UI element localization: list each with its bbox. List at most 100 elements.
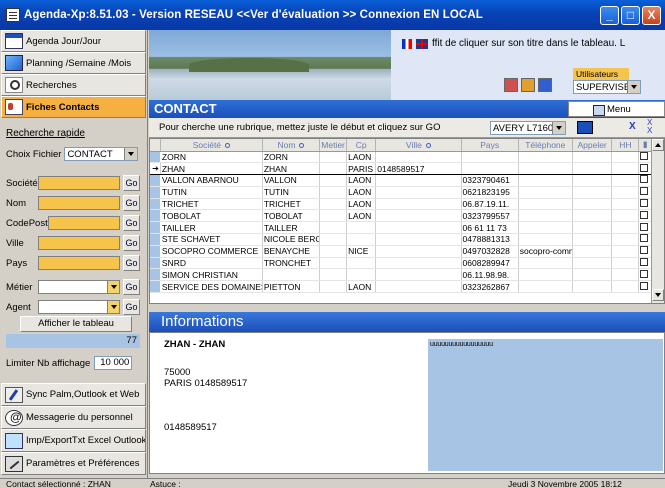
cell-societe[interactable]: ZHAN: [160, 162, 263, 176]
uk-flag-icon[interactable]: [416, 38, 428, 49]
cell-pays[interactable]: 0608289947: [461, 257, 519, 270]
col-header-nom[interactable]: Nom: [262, 139, 321, 152]
cell-appeler[interactable]: [572, 151, 613, 164]
cell-tel[interactable]: [518, 186, 573, 199]
row-selector[interactable]: [150, 198, 161, 211]
nav-sync[interactable]: Sync Palm,Outlook et Web: [1, 383, 146, 406]
cell-metier[interactable]: [319, 245, 348, 258]
cell-tel[interactable]: [518, 174, 573, 187]
cell-societe[interactable]: STE SCHAVET: [160, 233, 263, 246]
row-checkbox[interactable]: [638, 245, 652, 258]
cell-nom[interactable]: [262, 268, 321, 282]
cell-nom[interactable]: PIETTON: [262, 280, 321, 294]
table-row[interactable]: STE SCHAVETNICOLE BERGE 0478881313: [150, 233, 652, 246]
cell-societe[interactable]: SOCOPRO COMMERCE: [160, 245, 263, 258]
metier-select[interactable]: [38, 280, 120, 294]
cell-ville[interactable]: [375, 174, 462, 187]
cell-pays[interactable]: 0478881313: [461, 233, 519, 246]
row-checkbox[interactable]: [638, 221, 652, 235]
col-header-metier[interactable]: Metier: [319, 139, 348, 152]
cell-cp[interactable]: LAON: [346, 198, 377, 211]
app-icon[interactable]: [6, 8, 20, 22]
nav-recherches[interactable]: Recherches: [1, 74, 146, 96]
agent-select[interactable]: [38, 300, 120, 314]
cell-cp[interactable]: LAON: [346, 151, 377, 164]
cell-nom[interactable]: NICOLE BERGE: [262, 233, 321, 246]
row-selector[interactable]: [150, 257, 161, 270]
cell-appeler[interactable]: [572, 162, 613, 176]
metier-go-button[interactable]: Go: [123, 279, 140, 295]
checkbox[interactable]: [640, 199, 649, 208]
cell-ville[interactable]: [375, 198, 462, 211]
checkbox[interactable]: [640, 163, 649, 172]
cell-pays[interactable]: 0323790461: [461, 174, 519, 187]
scroll-up-button[interactable]: [652, 139, 664, 151]
cell-ville[interactable]: [375, 245, 462, 258]
cell-cp[interactable]: LAON: [346, 209, 377, 223]
cell-tel[interactable]: socopro-comme: [518, 245, 573, 258]
palette-icon[interactable]: [521, 78, 535, 92]
row-checkbox[interactable]: [638, 268, 652, 282]
cell-cp[interactable]: NICE: [346, 245, 377, 258]
checkbox[interactable]: [640, 281, 649, 290]
excel-export-icon[interactable]: XX: [647, 119, 652, 135]
agent-go-button[interactable]: Go: [123, 299, 140, 315]
row-selector[interactable]: [150, 151, 161, 164]
cell-ville[interactable]: [375, 209, 462, 223]
label-format-select[interactable]: AVERY L7160: [490, 121, 566, 135]
minimize-button[interactable]: _: [600, 6, 619, 25]
chevron-down-icon[interactable]: [107, 281, 119, 293]
help-icon[interactable]: [538, 78, 552, 92]
cell-appeler[interactable]: [572, 198, 613, 211]
close-button[interactable]: X: [642, 6, 661, 25]
cell-cp[interactable]: [346, 268, 377, 282]
codepost-go-button[interactable]: Go: [123, 215, 140, 231]
table-row[interactable]: TUTIN TUTIN LAON 0621823195: [150, 186, 652, 199]
table-row[interactable]: SIMON CHRISTIAN 06.11.98.98.: [150, 268, 652, 282]
checkbox[interactable]: [640, 187, 649, 196]
menu-button[interactable]: Menu: [568, 101, 665, 117]
title-bar[interactable]: Agenda-Xp:8.51.03 - Version RESEAU <<Ver…: [0, 0, 665, 30]
cell-cp[interactable]: LAON: [346, 280, 377, 294]
current-row-arrow-icon[interactable]: ➔: [150, 162, 161, 176]
cell-ville[interactable]: [375, 268, 462, 282]
cell-tel[interactable]: [518, 209, 573, 223]
cell-pays[interactable]: 06 61 11 73: [461, 221, 519, 235]
cell-societe[interactable]: TRICHET: [160, 198, 263, 211]
table-row[interactable]: ZORN ZORN LAON: [150, 151, 652, 164]
cell-societe[interactable]: ZORN: [160, 151, 263, 164]
cell-appeler[interactable]: [572, 280, 613, 294]
pays-field[interactable]: [38, 256, 120, 270]
row-checkbox[interactable]: [638, 209, 652, 223]
cell-metier[interactable]: [319, 280, 348, 294]
cell-cp[interactable]: [346, 257, 377, 270]
checkbox[interactable]: [640, 222, 649, 231]
cell-appeler[interactable]: [572, 233, 613, 246]
chevron-down-icon[interactable]: [627, 81, 640, 93]
cell-tel[interactable]: [518, 198, 573, 211]
checkbox[interactable]: [640, 234, 649, 243]
table-row[interactable]: TOBOLAT TOBOLAT LAON 0323799557: [150, 209, 652, 223]
cell-nom[interactable]: TUTIN: [262, 186, 321, 199]
table-row[interactable]: SERVICE DES DOMAINES PIETTON LAON 032326286…: [150, 280, 652, 294]
cell-tel[interactable]: [518, 280, 573, 294]
cell-metier[interactable]: [319, 257, 348, 270]
nom-go-button[interactable]: Go: [123, 195, 140, 211]
pays-go-button[interactable]: Go: [123, 255, 140, 271]
table-row[interactable]: TAILLER TAILLER 06 61 11 73: [150, 221, 652, 235]
checkbox[interactable]: [640, 151, 649, 160]
cell-tel[interactable]: [518, 233, 573, 246]
afficher-tableau-button[interactable]: Afficher le tableau: [20, 316, 132, 332]
cell-nom[interactable]: TRONCHET: [262, 257, 321, 270]
row-selector[interactable]: [150, 268, 161, 282]
col-header-appeler[interactable]: Appeler: [572, 139, 613, 152]
row-checkbox[interactable]: [638, 151, 652, 164]
cell-tel[interactable]: [518, 268, 573, 282]
row-selector[interactable]: [150, 221, 161, 235]
row-checkbox[interactable]: [638, 198, 652, 211]
cell-ville[interactable]: [375, 186, 462, 199]
cell-societe[interactable]: TAILLER: [160, 221, 263, 235]
col-header-hh[interactable]: HH: [611, 139, 640, 152]
table-row[interactable]: ➔ ZHAN ZHAN PARIS 0148589517: [150, 162, 652, 176]
scroll-down-button[interactable]: [652, 289, 664, 301]
